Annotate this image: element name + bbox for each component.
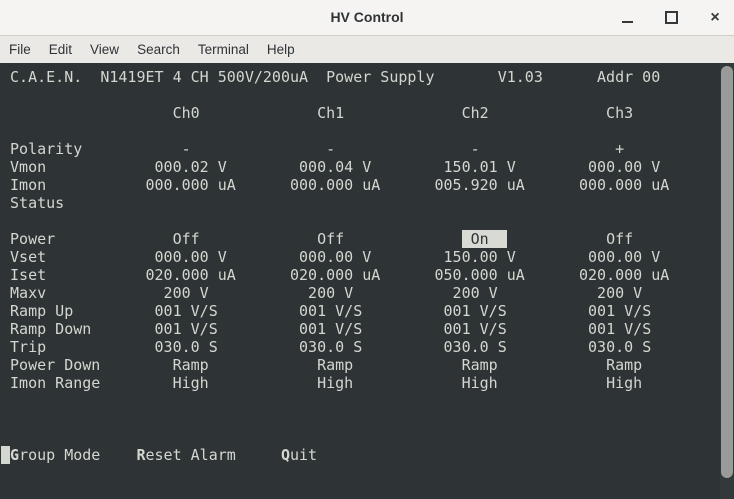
terminal-cursor bbox=[1, 446, 11, 464]
row-ramp-up: Ramp Up 001 V/S 001 V/S 001 V/S 001 V/S bbox=[1, 302, 697, 320]
terminal-screen[interactable]: C.A.E.N. N1419ET 4 CH 500V/200uA Power S… bbox=[0, 63, 734, 499]
close-icon: × bbox=[710, 8, 720, 26]
row-iset: Iset 020.000 uA 020.000 uA 050.000 uA 02… bbox=[1, 266, 697, 284]
menu-item-file[interactable]: File bbox=[9, 38, 39, 61]
row-imon-range: Imon Range High High High High bbox=[1, 374, 697, 392]
row-imon: Imon 000.000 uA 000.000 uA 005.920 uA 00… bbox=[1, 176, 697, 194]
window-controls: × bbox=[616, 0, 726, 35]
row-power-down: Power Down Ramp Ramp Ramp Ramp bbox=[1, 356, 697, 374]
menu-item-view[interactable]: View bbox=[82, 38, 127, 61]
menu-item-search[interactable]: Search bbox=[129, 38, 188, 61]
row-vset: Vset 000.00 V 000.00 V 150.00 V 000.00 V bbox=[1, 248, 697, 266]
maximize-icon bbox=[664, 11, 678, 24]
power-on-indicator: On bbox=[461, 230, 507, 248]
close-button[interactable]: × bbox=[704, 7, 726, 29]
row-power: Power Off Off On Off bbox=[1, 230, 697, 248]
minimize-button[interactable] bbox=[616, 7, 638, 29]
row-ramp-down: Ramp Down 001 V/S 001 V/S 001 V/S 001 V/… bbox=[1, 320, 697, 338]
hotkey-letter: G bbox=[10, 446, 20, 464]
menu-item-terminal[interactable]: Terminal bbox=[190, 38, 257, 61]
scrollbar-thumb[interactable] bbox=[721, 66, 733, 478]
menu-item-help[interactable]: Help bbox=[259, 38, 303, 61]
title-bar[interactable]: HV Control × bbox=[0, 0, 734, 36]
row-vmon: Vmon 000.02 V 000.04 V 150.01 V 000.00 V bbox=[1, 158, 697, 176]
terminal-lines: C.A.E.N. N1419ET 4 CH 500V/200uA Power S… bbox=[0, 63, 734, 499]
hotkey-letter: R bbox=[136, 446, 146, 464]
row-polarity: Polarity - - - + bbox=[1, 140, 697, 158]
row-maxv: Maxv 200 V 200 V 200 V 200 V bbox=[1, 284, 697, 302]
app-window: HV Control × File Edit View Search Terminal H… bbox=[0, 0, 734, 499]
menu-bar: File Edit View Search Terminal Help bbox=[0, 36, 734, 63]
row-trip: Trip 030.0 S 030.0 S 030.0 S 030.0 S bbox=[1, 338, 697, 356]
scrollbar[interactable] bbox=[720, 63, 734, 499]
action-group-mode[interactable]: Group Mode bbox=[10, 446, 100, 464]
action-quit[interactable]: Quit bbox=[281, 446, 317, 464]
row-status: Status bbox=[1, 194, 119, 212]
channel-header-line: Ch0 Ch1 Ch2 Ch3 bbox=[1, 104, 697, 122]
hotkey-letter: Q bbox=[280, 446, 290, 464]
minimize-icon bbox=[621, 20, 633, 23]
action-bar: Group Mode Reset Alarm Quit bbox=[1, 446, 734, 464]
maximize-button[interactable] bbox=[660, 7, 682, 29]
menu-item-edit[interactable]: Edit bbox=[41, 38, 80, 61]
action-reset-alarm[interactable]: Reset Alarm bbox=[136, 446, 235, 464]
device-header-line: C.A.E.N. N1419ET 4 CH 500V/200uA Power S… bbox=[1, 68, 661, 86]
